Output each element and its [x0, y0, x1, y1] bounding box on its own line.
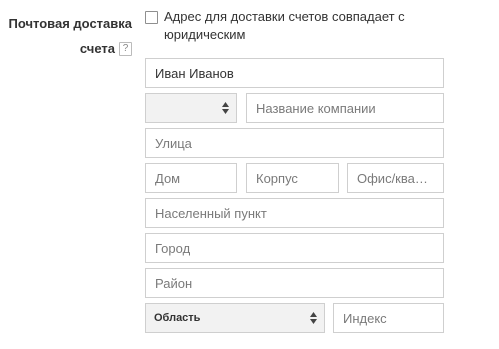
building-input[interactable] — [246, 163, 339, 193]
recipient-name-input[interactable] — [145, 58, 444, 88]
postal-delivery-label-2: счета? — [80, 39, 132, 59]
region-select[interactable]: Область — [145, 303, 325, 333]
select-arrows-icon — [310, 312, 317, 324]
same-address-checkbox[interactable] — [145, 11, 158, 24]
company-name-input[interactable] — [246, 93, 444, 123]
house-input[interactable] — [145, 163, 237, 193]
settlement-input[interactable] — [145, 198, 444, 228]
org-type-select[interactable] — [145, 93, 237, 123]
same-address-label[interactable]: Адрес для доставки счетов совпадает с юр… — [164, 8, 464, 44]
postal-delivery-label: Почтовая доставка — [9, 14, 132, 34]
city-input[interactable] — [145, 233, 444, 263]
street-input[interactable] — [145, 128, 444, 158]
postal-delivery-label-line1: Почтовая доставка — [8, 16, 132, 31]
select-arrows-icon — [222, 102, 229, 114]
postcode-input[interactable] — [333, 303, 444, 333]
district-input[interactable] — [145, 268, 444, 298]
office-input[interactable] — [347, 163, 444, 193]
postal-delivery-label-line2: счета — [79, 41, 115, 56]
help-icon[interactable]: ? — [119, 41, 132, 56]
region-value: Область — [154, 312, 201, 324]
